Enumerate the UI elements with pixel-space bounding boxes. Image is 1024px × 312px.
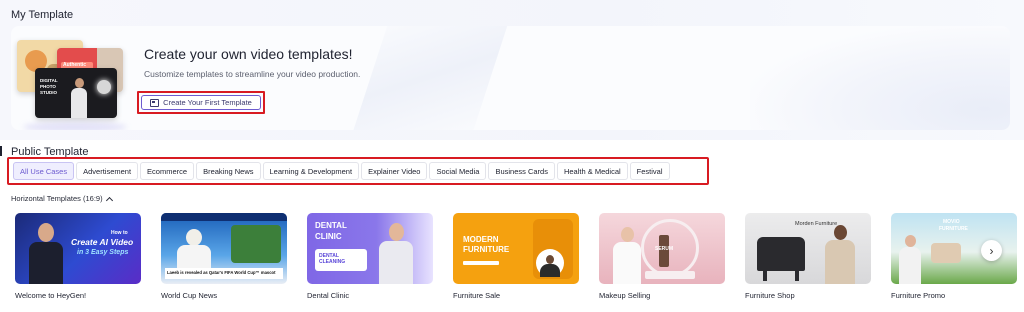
thumbnail-text: Create AI Video [71,237,134,247]
avatar [825,225,855,284]
thumbnail-text: FURNITURE [939,226,968,232]
template-name: Furniture Sale [453,291,501,300]
tab-ecommerce[interactable]: Ecommerce [140,162,195,180]
tab-festival[interactable]: Festival [629,162,670,180]
tab-social-media[interactable]: Social Media [429,162,487,180]
template-card[interactable]: SERUM Makeup Selling [599,213,725,300]
create-first-template-highlight: Create Your First Template [137,91,265,114]
template-name: Furniture Shop [745,291,795,300]
avatar [29,223,63,284]
banner-decoration [348,26,514,130]
tab-advertisement[interactable]: Advertisement [76,162,139,180]
tab-breaking-news[interactable]: Breaking News [196,162,261,180]
illustration-avatar [71,78,87,118]
template-thumbnail: MODERN FURNITURE [453,213,579,284]
template-thumbnail: SERUM [599,213,725,284]
template-thumbnail: Morden Furniture [745,213,871,284]
chevron-right-icon: › [989,243,994,258]
illustration-shadow [23,122,127,130]
carousel-next-button[interactable]: › [981,240,1002,261]
thumbnail-text: DENTAL CLEANING [319,253,346,265]
thumbnail-text: MOVIO [943,219,960,225]
template-name: Welcome to HeyGen! [15,291,87,300]
template-thumbnail: Laeeb is revealed as Qatar's FIFA World … [161,213,287,284]
template-card[interactable]: MODERN FURNITURE Furniture Sale [453,213,579,300]
template-card[interactable]: How to Create AI Video in 3 Easy Steps W… [15,213,141,300]
category-tabs: All Use Cases Advertisement Ecommerce Br… [13,162,670,180]
thumbnail-text: DENTAL [315,221,347,230]
thumbnail-text: Laeeb is revealed as Qatar's FIFA World … [167,270,276,275]
template-name: Dental Clinic [307,291,350,300]
thumbnail-text: FURNITURE [463,245,510,254]
avatar [899,235,921,284]
thumbnail-text: MODERN [463,235,499,244]
tab-all-use-cases[interactable]: All Use Cases [13,162,75,180]
template-icon [150,98,160,107]
tab-learning-development[interactable]: Learning & Development [262,162,360,180]
tab-health-medical[interactable]: Health & Medical [556,162,628,180]
template-thumbnail: DENTAL CLINIC DENTAL CLEANING [307,213,433,284]
my-template-title: My Template [11,9,74,21]
template-card[interactable]: Laeeb is revealed as Qatar's FIFA World … [161,213,287,300]
horizontal-templates-toggle[interactable]: Horizontal Templates (16:9) [11,194,113,204]
thumbnail-text: in 3 Easy Steps [77,249,129,256]
banner-heading: Create your own video templates! [144,46,353,62]
tab-business-cards[interactable]: Business Cards [488,162,555,180]
chevron-up-icon [105,196,113,204]
horizontal-templates-label: Horizontal Templates (16:9) [11,194,103,203]
template-illustration: Authentic DIGITAL PHOTO STUDIO [17,38,129,130]
template-card[interactable]: Morden Furniture Furniture Shop [745,213,871,300]
thumbnail-text: How to [111,230,128,236]
create-first-template-label: Create Your First Template [163,98,252,107]
thumbnail-text: SERUM [655,246,674,252]
illustration-front-text: DIGITAL PHOTO STUDIO [40,78,58,95]
banner-decoration [750,26,1010,130]
template-name: World Cup News [161,291,218,300]
create-template-banner: Authentic DIGITAL PHOTO STUDIO Create yo… [11,26,1010,130]
section-marker [0,146,2,156]
avatar [177,229,211,269]
avatar [540,255,560,277]
illustration-card-front: DIGITAL PHOTO STUDIO [35,68,117,118]
illustration-light [97,80,111,94]
template-name: Makeup Selling [599,291,651,300]
avatar [379,223,413,284]
avatar [613,227,641,284]
template-name: Furniture Promo [891,291,946,300]
create-first-template-button[interactable]: Create Your First Template [141,95,261,110]
tab-explainer-video[interactable]: Explainer Video [361,162,428,180]
template-carousel: How to Create AI Video in 3 Easy Steps W… [15,213,1024,312]
thumbnail-text: CLINIC [315,232,342,241]
template-thumbnail: How to Create AI Video in 3 Easy Steps [15,213,141,284]
category-tabs-highlight: All Use Cases Advertisement Ecommerce Br… [7,157,709,185]
template-card[interactable]: DENTAL CLINIC DENTAL CLEANING Dental Cli… [307,213,433,300]
banner-subtitle: Customize templates to streamline your v… [144,69,361,79]
